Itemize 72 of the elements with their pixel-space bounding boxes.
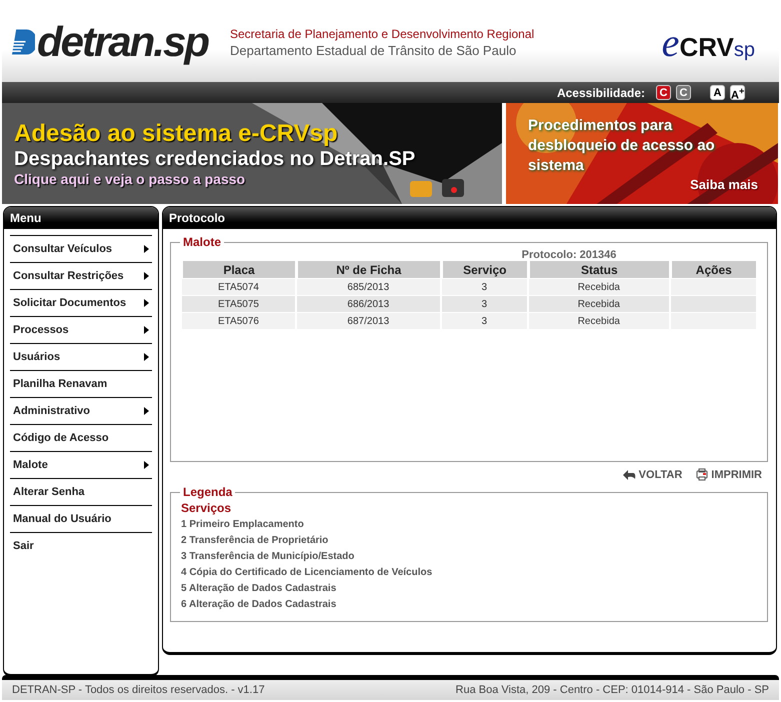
menu-item[interactable]: Alterar Senha: [10, 478, 152, 505]
menu-item[interactable]: Administrativo: [10, 397, 152, 424]
services-heading: Serviços: [180, 500, 232, 517]
service-item: 2 Transferência de Proprietário: [180, 535, 330, 548]
service-item: 1 Primeiro Emplacamento: [180, 519, 305, 532]
table-cell: Recebida: [529, 312, 669, 329]
protocol-number: Protocolo: 201346: [520, 249, 618, 261]
contrast-button[interactable]: C: [656, 85, 671, 100]
contrast-button[interactable]: C: [676, 85, 691, 100]
menu-item[interactable]: Código de Acesso: [10, 424, 152, 451]
column-header: Serviço: [442, 261, 527, 278]
column-header: Status: [529, 261, 669, 278]
accessibility-label: Acessibilidade:: [556, 86, 645, 100]
menu-item[interactable]: Solicitar Documentos: [10, 289, 152, 316]
menu-item[interactable]: Consultar Veículos: [10, 235, 152, 262]
menu-item[interactable]: Usuários: [10, 343, 152, 370]
banner-link[interactable]: Clique aqui e veja o passo a passo: [2, 171, 246, 187]
caret-icon: [144, 299, 149, 307]
address-text: Rua Boa Vista, 209 - Centro - CEP: 01014-914 - São Paulo - SP: [456, 684, 769, 696]
column-header: Ações: [670, 261, 756, 278]
banner-link[interactable]: Saiba mais: [690, 176, 758, 192]
back-arrow-icon: [622, 469, 636, 480]
department-title: Departamento Estadual de Trânsito de São Paulo: [230, 42, 518, 58]
column-header: Nº de Ficha: [296, 261, 440, 278]
banner[interactable]: Adesão ao sistema e-CRVsp Despachantes credenciados no Detran.SP Clique aqui e veja o passo a passo: [2, 103, 502, 204]
caret-icon: [144, 245, 149, 253]
font-size-button[interactable]: A$^{+}$: [730, 85, 745, 100]
fieldset-legend: Malote: [180, 235, 224, 249]
system-logo-name: CRV: [679, 32, 734, 62]
banner-title: Procedimentos para desbloqueio de acesso ao sistema: [528, 116, 716, 176]
panel-title: Protocolo: [163, 207, 776, 229]
table-cell: 3: [442, 312, 527, 329]
copyright-text: DETRAN-SP - Todos os direitos reservados. - v1.17: [12, 684, 265, 696]
caret-icon: [144, 326, 149, 334]
table-cell: 687/2013: [296, 312, 440, 329]
fieldset-legend: Legenda: [180, 485, 236, 499]
secretaria-title: Secretaria de Planejamento e Desenvolvimento Regional: [230, 26, 536, 40]
logo-text: detran.sp: [36, 18, 208, 66]
service-item: 6 Alteração de Dados Cadastrais: [180, 599, 338, 612]
menu-item[interactable]: Sair: [10, 532, 152, 559]
service-item: 5 Alteração de Dados Cadastrais: [180, 583, 338, 596]
caret-icon: [144, 407, 149, 415]
menu-item[interactable]: Malote: [10, 451, 152, 478]
table-cell: ETA5074: [182, 278, 295, 295]
caret-icon: [144, 272, 149, 280]
table-cell: 3: [442, 278, 527, 295]
menu-item[interactable]: Consultar Restrições: [10, 262, 152, 289]
table-cell: ETA5075: [182, 295, 295, 312]
menu-item[interactable]: Planilha Renavam: [10, 370, 152, 397]
print-link[interactable]: IMPRIMIR: [696, 468, 762, 481]
banner-title: Adesão ao sistema e-CRVsp: [13, 120, 339, 148]
table-cell: ETA5076: [182, 312, 295, 329]
back-link[interactable]: VOLTAR: [622, 468, 682, 481]
system-logo-prefix: e: [662, 18, 680, 66]
font-size-button[interactable]: A: [710, 85, 725, 100]
table-cell: 3: [442, 295, 527, 312]
caret-icon: [144, 353, 149, 361]
banner-subtitle: Despachantes credenciados no Detran.SP: [13, 148, 416, 171]
table-cell: 686/2013: [296, 295, 440, 312]
service-item: 3 Transferência de Município/Estado: [180, 551, 356, 564]
banner[interactable]: Procedimentos para desbloqueio de acesso ao sistema Saiba mais: [506, 103, 778, 204]
printer-icon: [696, 468, 708, 481]
table-cell: Recebida: [529, 278, 669, 295]
system-logo-suffix: sp: [734, 38, 755, 62]
sidebar-title: Menu: [4, 207, 158, 229]
service-item: 4 Cópia do Certificado de Licenciamento de Veículos: [180, 567, 434, 580]
caret-icon: [144, 461, 149, 469]
menu-item[interactable]: Manual do Usuário: [10, 505, 152, 532]
column-header: Placa: [182, 261, 295, 278]
table-cell: 685/2013: [296, 278, 440, 295]
table-cell: Recebida: [529, 295, 669, 312]
menu-item[interactable]: Processos: [10, 316, 152, 343]
